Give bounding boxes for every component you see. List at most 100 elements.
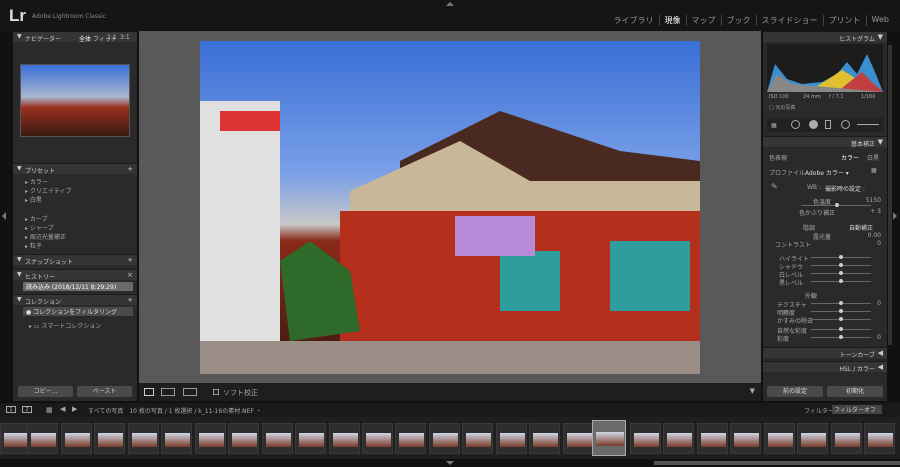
- module-map[interactable]: マップ: [687, 15, 722, 26]
- filmstrip-thumb[interactable]: [262, 423, 293, 454]
- temp-value[interactable]: 5150: [866, 197, 881, 204]
- filmstrip-thumb[interactable]: [864, 423, 895, 454]
- blacks-slider[interactable]: [811, 279, 871, 283]
- filmstrip-thumb[interactable]: [161, 423, 192, 454]
- clarity-slider[interactable]: [811, 309, 871, 313]
- reset-button[interactable]: 初期化: [827, 386, 883, 397]
- treatment-color[interactable]: カラー: [841, 153, 859, 162]
- module-develop[interactable]: 現像: [660, 15, 687, 26]
- before-after-icon[interactable]: [183, 388, 197, 396]
- texture-value[interactable]: 0: [877, 300, 881, 307]
- slider-knob[interactable]: [839, 317, 843, 321]
- contrast-value[interactable]: 0: [877, 240, 881, 247]
- filmstrip-thumb[interactable]: [395, 423, 426, 454]
- shadows-slider[interactable]: [811, 263, 871, 267]
- toolbar-menu-icon[interactable]: ▼: [750, 387, 755, 395]
- filmstrip-thumb[interactable]: [730, 423, 761, 454]
- slider-knob[interactable]: [839, 327, 843, 331]
- filmstrip-thumb[interactable]: [831, 423, 862, 454]
- module-library[interactable]: ライブラリ: [609, 15, 660, 26]
- add-collection-icon[interactable]: +: [127, 296, 133, 304]
- filmstrip-thumb[interactable]: [362, 423, 393, 454]
- zoom-1-1[interactable]: 1:1: [107, 34, 117, 41]
- snapshots-header[interactable]: ▼ スナップショット +: [13, 254, 137, 266]
- zoom-3-1[interactable]: 3:1: [120, 34, 130, 41]
- tint-value[interactable]: + 3: [870, 208, 881, 215]
- slider-knob[interactable]: [839, 309, 843, 313]
- dehaze-slider[interactable]: [811, 317, 871, 321]
- collections-header[interactable]: ▼ コレクション +: [13, 294, 137, 306]
- clear-history-icon[interactable]: ×: [127, 271, 133, 279]
- grid-view-icon[interactable]: ▦: [46, 406, 53, 414]
- collection-filter[interactable]: ● コレクションをフィルタリング: [23, 307, 133, 316]
- copy-button[interactable]: コピー...: [18, 386, 73, 397]
- module-print[interactable]: プリント: [824, 15, 867, 26]
- whites-slider[interactable]: [811, 271, 871, 275]
- module-book[interactable]: ブック: [722, 15, 757, 26]
- filmstrip-thumb[interactable]: [496, 423, 527, 454]
- preset-folder[interactable]: ▸ 白黒: [25, 195, 42, 204]
- module-slideshow[interactable]: スライドショー: [757, 15, 824, 26]
- filmstrip-thumb[interactable]: [295, 423, 326, 454]
- treatment-bw[interactable]: 白黒: [867, 153, 879, 162]
- right-scrollbar[interactable]: [888, 45, 892, 345]
- wb-eyedropper-icon[interactable]: ✎: [771, 182, 778, 191]
- filmstrip-thumb[interactable]: [529, 423, 560, 454]
- brush-slider[interactable]: [857, 124, 879, 125]
- history-header[interactable]: ▼ ヒストリー ×: [13, 269, 137, 281]
- loupe-view-icon[interactable]: [144, 388, 154, 396]
- filter-select[interactable]: フィルターオフ: [832, 405, 882, 414]
- preset-folder[interactable]: ▸ カラー: [25, 177, 48, 186]
- monitor-2-icon[interactable]: 2: [22, 406, 32, 413]
- history-item[interactable]: 読み込み (2018/12/11 8:29:29): [23, 282, 133, 291]
- histogram-header[interactable]: ヒストグラム ▼: [763, 31, 887, 43]
- profile-select[interactable]: Adobe カラー ▾: [805, 168, 849, 177]
- presets-header[interactable]: ▼ プリセット +: [13, 163, 137, 175]
- hsl-header[interactable]: HSL / カラー ◀: [763, 361, 887, 373]
- auto-tone-button[interactable]: 自動補正: [849, 223, 873, 232]
- highlights-slider[interactable]: [811, 255, 871, 259]
- zoom-fit[interactable]: 全体: [79, 34, 91, 43]
- preset-folder[interactable]: ▸ シャープ: [25, 223, 54, 232]
- graduated-filter-icon[interactable]: [841, 120, 850, 129]
- slider-knob[interactable]: [839, 271, 843, 275]
- add-preset-icon[interactable]: +: [127, 165, 133, 173]
- red-eye-icon[interactable]: [825, 120, 831, 129]
- texture-slider[interactable]: [811, 301, 871, 305]
- add-snapshot-icon[interactable]: +: [127, 256, 133, 264]
- top-panel-toggle-icon[interactable]: [446, 2, 454, 6]
- preset-folder[interactable]: ▸ 周辺光量補正: [25, 232, 66, 241]
- filmstrip-thumb[interactable]: [128, 423, 159, 454]
- navigator-header[interactable]: ▼ ナビゲーター 全体 フィット 1:1 3:1: [13, 31, 137, 43]
- original-photo-toggle[interactable]: □ 元の写真: [769, 104, 795, 111]
- filmstrip-thumb[interactable]: [697, 423, 728, 454]
- crop-icon[interactable]: [791, 120, 800, 129]
- filmstrip-thumb-selected[interactable]: [592, 420, 626, 456]
- histogram[interactable]: [767, 44, 883, 92]
- filmstrip-thumb[interactable]: [61, 423, 92, 454]
- forward-arrow-icon[interactable]: ▶: [72, 405, 77, 413]
- spot-removal-icon[interactable]: [809, 120, 818, 129]
- temp-slider[interactable]: [801, 203, 871, 207]
- filmstrip-thumb[interactable]: [563, 423, 594, 454]
- filmstrip-source[interactable]: すべての写真 10 枚の写真 / 1 枚選択 / k_11-16の素材.NEF …: [88, 406, 262, 415]
- paste-button[interactable]: ペースト: [77, 386, 132, 397]
- bottom-panel-toggle-icon[interactable]: [446, 461, 454, 465]
- saturation-slider[interactable]: [811, 335, 871, 339]
- wb-select[interactable]: 撮影時の設定 :: [825, 184, 865, 193]
- filmstrip-thumb[interactable]: [797, 423, 828, 454]
- filmstrip-thumb[interactable]: [329, 423, 360, 454]
- vibrance-slider[interactable]: [811, 327, 871, 331]
- back-arrow-icon[interactable]: ◀: [60, 405, 65, 413]
- grid-icon[interactable]: ▦: [771, 122, 777, 129]
- tonecurve-header[interactable]: トーンカーブ ◀: [763, 347, 887, 359]
- filmstrip-thumb[interactable]: [630, 423, 661, 454]
- compare-view-icon[interactable]: [161, 388, 175, 396]
- slider-knob[interactable]: [839, 255, 843, 259]
- left-panel-toggle-icon[interactable]: [2, 212, 6, 220]
- filmstrip-thumb[interactable]: [663, 423, 694, 454]
- filmstrip-thumb[interactable]: [462, 423, 493, 454]
- right-panel-toggle-icon[interactable]: [893, 212, 897, 220]
- filmstrip-thumb[interactable]: [94, 423, 125, 454]
- filmstrip-scrollbar[interactable]: [654, 461, 900, 465]
